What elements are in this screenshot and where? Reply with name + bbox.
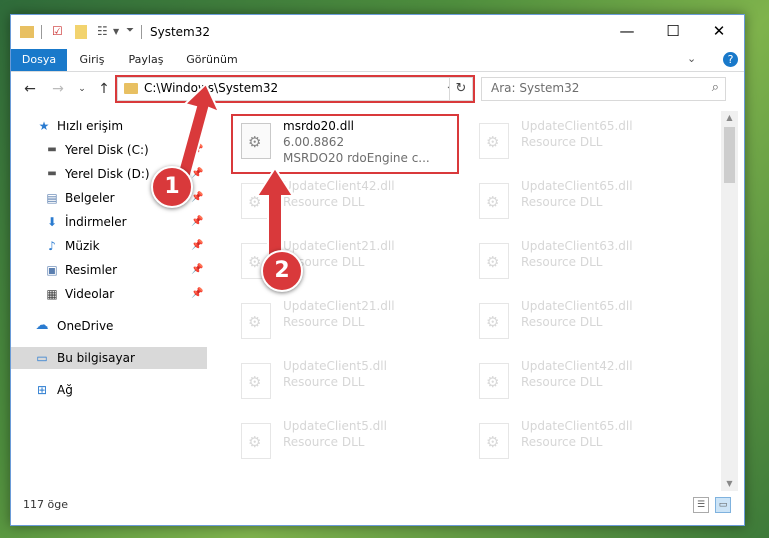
step-2-badge: 2 — [261, 250, 303, 292]
arrow-1-icon — [176, 82, 221, 180]
annotation-arrows — [176, 82, 295, 263]
arrow-2-icon — [255, 166, 295, 263]
step-1-badge: 1 — [151, 166, 193, 208]
